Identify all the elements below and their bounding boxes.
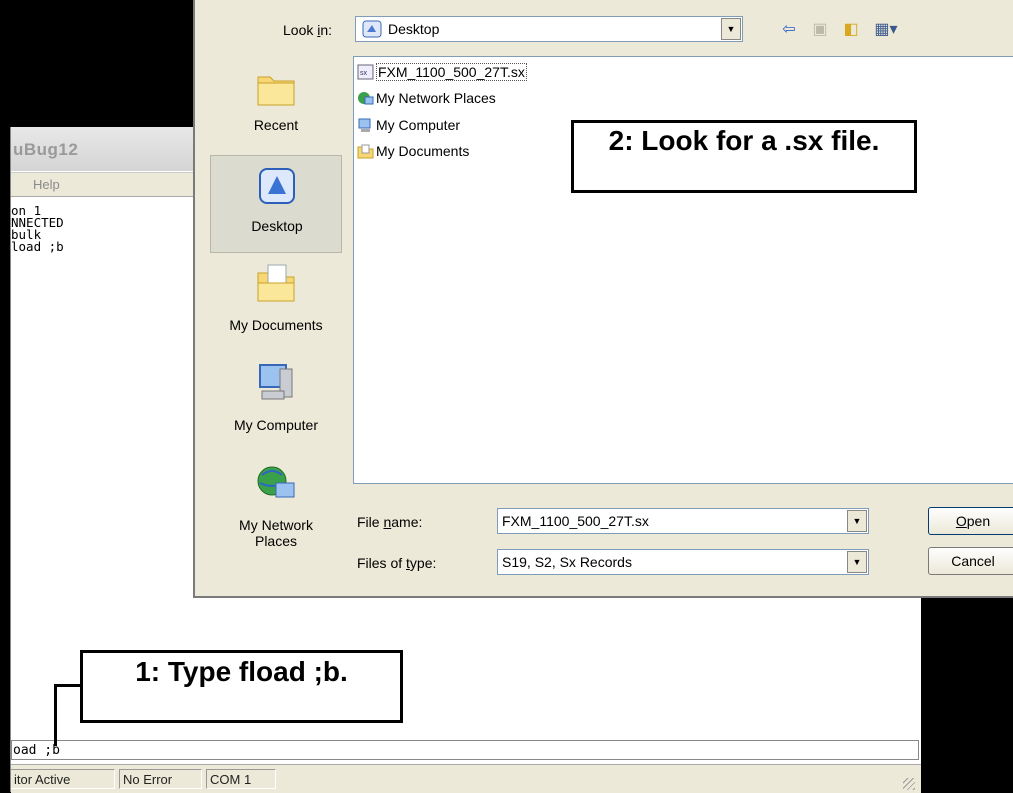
files-of-type-label: Files of type: xyxy=(357,555,437,571)
list-item[interactable]: My Documents xyxy=(357,141,469,161)
up-folder-icon[interactable]: ▣ xyxy=(809,19,831,41)
look-in-label: Look in: xyxy=(283,22,333,38)
places-bar: Recent Desktop My Documents My Computer … xyxy=(210,55,342,570)
desktop-icon xyxy=(362,20,382,41)
callout-step-1: 1: Type fload ;b. xyxy=(80,650,403,723)
list-item[interactable]: My Network Places xyxy=(357,88,496,108)
new-folder-icon[interactable]: ◧ xyxy=(840,19,862,41)
recent-folder-icon xyxy=(256,69,296,110)
status-bar: itor Active No Error COM 1 xyxy=(11,764,921,793)
look-in-value: Desktop xyxy=(388,21,440,37)
callout-leader-line xyxy=(54,684,81,746)
my-documents-icon xyxy=(357,143,374,159)
console-output: on 1 NNECTED bulk load ;b xyxy=(11,204,64,254)
my-computer-icon xyxy=(256,361,296,408)
files-of-type-select[interactable]: S19, S2, Sx Records ▼ xyxy=(497,549,869,575)
place-my-network-places[interactable]: My Network Places xyxy=(210,455,342,559)
file-name-label: File name: xyxy=(357,514,423,530)
chevron-down-icon[interactable]: ▼ xyxy=(847,551,867,573)
cancel-button[interactable]: Cancel xyxy=(928,547,1013,575)
chevron-down-icon[interactable]: ▼ xyxy=(847,510,867,532)
place-my-computer[interactable]: My Computer xyxy=(210,355,342,453)
my-computer-icon xyxy=(357,117,374,133)
status-monitor: itor Active xyxy=(11,769,115,789)
status-port: COM 1 xyxy=(206,769,276,789)
callout-step-2: 2: Look for a .sx file. xyxy=(571,120,917,193)
place-desktop[interactable]: Desktop xyxy=(210,155,342,253)
command-input[interactable]: oad ;b xyxy=(11,740,919,760)
svg-text:sx: sx xyxy=(360,70,368,77)
menu-help[interactable]: Help xyxy=(33,177,60,192)
file-name-field[interactable]: FXM_1100_500_27T.sx ▼ xyxy=(497,508,869,534)
desktop-icon xyxy=(257,166,297,209)
place-my-documents[interactable]: My Documents xyxy=(210,255,342,353)
back-icon[interactable]: ⇦ xyxy=(778,19,800,41)
open-button[interactable]: Open xyxy=(928,507,1013,535)
console-line: load ;b xyxy=(11,239,64,254)
view-menu-icon[interactable]: ▦▾ xyxy=(871,19,901,41)
sx-file-icon: sx xyxy=(357,64,374,80)
list-item[interactable]: sx FXM_1100_500_27T.sx xyxy=(357,62,527,82)
chevron-down-icon[interactable]: ▼ xyxy=(721,18,741,40)
place-recent[interactable]: Recent xyxy=(210,55,342,153)
status-error: No Error xyxy=(119,769,202,789)
network-places-icon xyxy=(357,90,374,106)
resize-grip[interactable] xyxy=(903,778,915,790)
open-file-dialog: Look in: Desktop ▼ ⇦ ▣ ◧ ▦▾ Recent Deskt… xyxy=(193,0,1013,598)
look-in-select[interactable]: Desktop ▼ xyxy=(355,16,743,42)
my-documents-icon xyxy=(256,261,296,308)
app-title: uBug12 xyxy=(13,140,79,159)
list-item[interactable]: My Computer xyxy=(357,115,460,135)
network-places-icon xyxy=(254,461,298,508)
